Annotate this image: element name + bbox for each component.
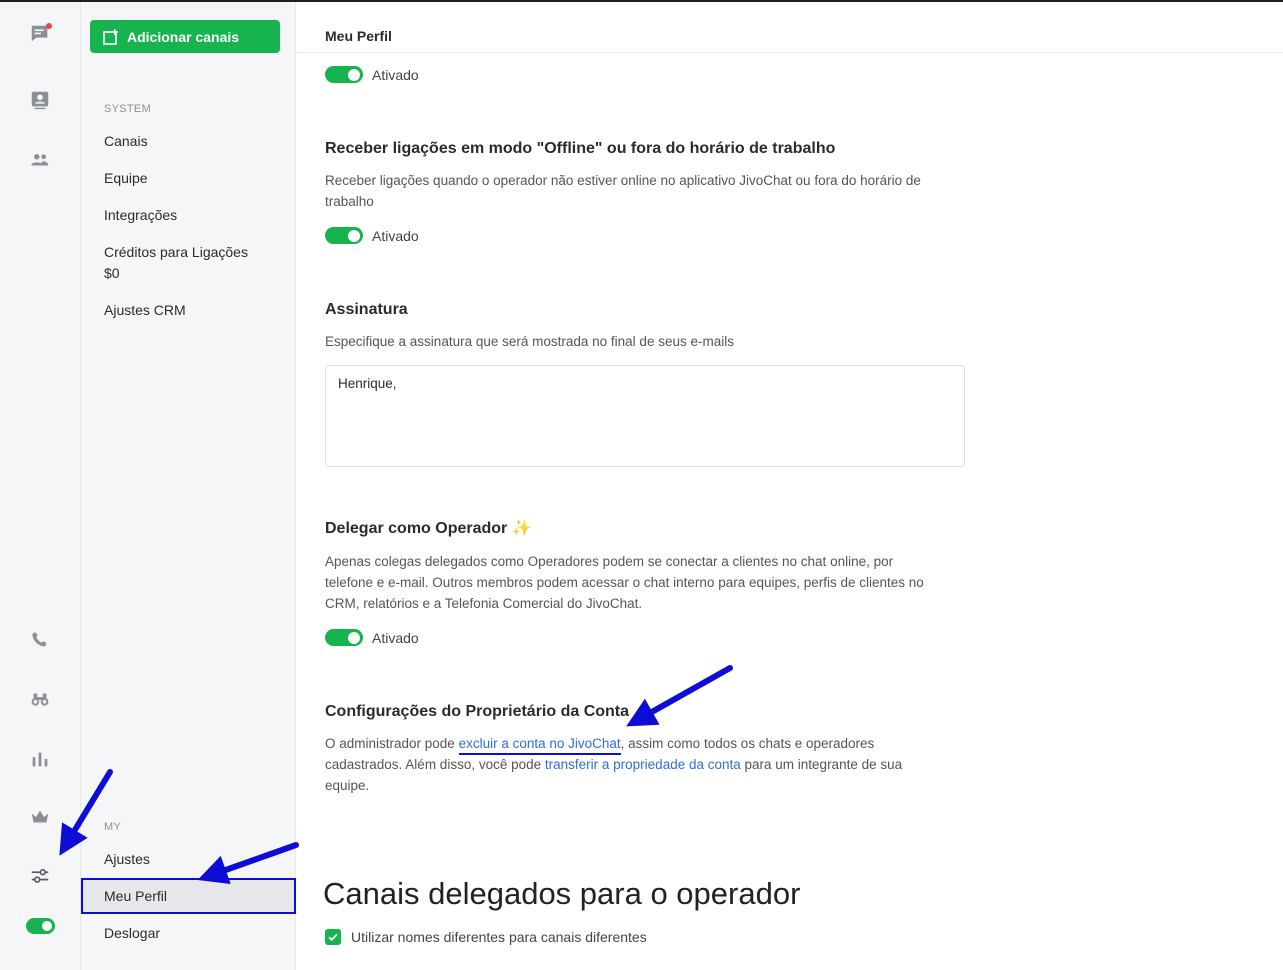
offline-calls-toggle[interactable]	[325, 227, 363, 244]
sidebar-item-my-profile[interactable]: Meu Perfil	[81, 878, 296, 914]
delegated-channels-title: Canais delegados para o operador	[323, 876, 801, 911]
system-group-label: SYSTEM	[104, 103, 152, 115]
sparkle-icon: ✨	[511, 520, 532, 537]
profile-active-toggle[interactable]	[325, 66, 363, 83]
main-content: Meu Perfil Ativado Receber ligações em m…	[297, 2, 1283, 970]
page-header: Meu Perfil	[297, 2, 1283, 53]
crown-icon[interactable]	[28, 805, 52, 829]
call-credits-balance: $0	[104, 265, 120, 281]
delegate-title-text: Delegar como Operador	[325, 520, 508, 537]
chat-icon[interactable]	[28, 22, 52, 46]
add-channels-label: Adicionar canais	[127, 28, 240, 45]
delete-account-link[interactable]: excluir a conta no JivoChat	[458, 736, 621, 755]
owner-text-1: O administrador pode	[325, 736, 459, 751]
owner-settings-title: Configurações do Proprietário da Conta	[325, 703, 630, 720]
different-names-row: Utilizar nomes diferentes para canais di…	[325, 929, 647, 945]
delegate-title: Delegar como Operador ✨	[325, 518, 532, 538]
different-names-checkbox[interactable]	[325, 929, 341, 945]
binoculars-icon[interactable]	[28, 687, 52, 711]
add-channels-button[interactable]: Adicionar canais	[90, 20, 280, 53]
sidebar-item-call-credits[interactable]: Créditos para Ligações $0	[104, 242, 248, 284]
offline-calls-desc: Receber ligações quando o operador não e…	[325, 173, 921, 209]
signature-title: Assinatura	[325, 301, 408, 318]
sidebar-item-team[interactable]: Equipe	[104, 168, 148, 189]
different-names-label: Utilizar nomes diferentes para canais di…	[351, 929, 647, 945]
delegate-toggle-row: Ativado	[325, 629, 419, 646]
signature-textarea[interactable]: Henrique,	[325, 365, 965, 467]
owner-settings-desc: O administrador pode excluir a conta no …	[325, 733, 935, 796]
offline-calls-title: Receber ligações em modo "Offline" ou fo…	[325, 140, 836, 157]
toggle-label: Ativado	[372, 629, 419, 646]
signature-desc: Especifique a assinatura que será mostra…	[325, 334, 734, 349]
transfer-ownership-link[interactable]: transferir a propriedade da conta	[545, 757, 741, 772]
delegate-operator-toggle[interactable]	[325, 629, 363, 646]
sidebar-item-channels[interactable]: Canais	[104, 131, 148, 152]
stats-icon[interactable]	[28, 747, 52, 771]
icon-rail	[0, 2, 81, 970]
rail-status-toggle[interactable]	[26, 918, 55, 934]
sidebar-item-logout[interactable]: Deslogar	[104, 923, 160, 944]
my-group-label: MY	[104, 821, 122, 833]
toggle-label: Ativado	[372, 66, 419, 83]
team-icon[interactable]	[28, 148, 52, 172]
page-title: Meu Perfil	[325, 28, 392, 44]
add-square-icon	[103, 28, 118, 45]
signature-value: Henrique,	[338, 376, 397, 391]
phone-icon[interactable]	[28, 628, 52, 652]
sliders-icon[interactable]	[28, 864, 52, 888]
toggle-label: Ativado	[372, 227, 419, 244]
profile-toggle-row: Ativado	[325, 66, 419, 83]
sidebar-item-crm-settings[interactable]: Ajustes CRM	[104, 300, 186, 321]
contacts-icon[interactable]	[28, 88, 52, 112]
delegate-desc: Apenas colegas delegados como Operadores…	[325, 554, 924, 611]
checkmark-icon	[328, 933, 338, 942]
sidebar-item-integrations[interactable]: Integrações	[104, 205, 177, 226]
settings-sidebar: Adicionar canais SYSTEM Canais Equipe In…	[81, 2, 296, 970]
notification-dot	[46, 23, 52, 29]
sidebar-item-settings[interactable]: Ajustes	[104, 849, 150, 870]
my-profile-label: Meu Perfil	[104, 887, 168, 904]
call-credits-label: Créditos para Ligações	[104, 244, 248, 260]
offline-toggle-row: Ativado	[325, 227, 419, 244]
